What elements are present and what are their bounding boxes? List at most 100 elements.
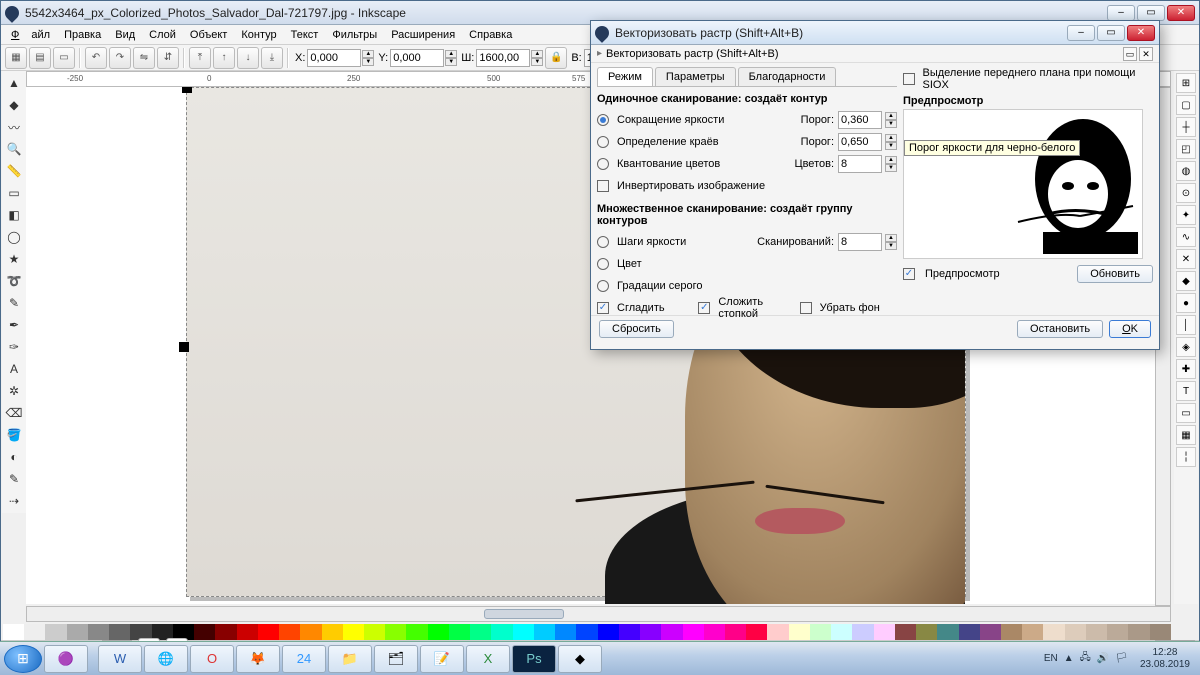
- swatch[interactable]: [67, 624, 88, 640]
- snap-toggle-icon[interactable]: ⊞: [1176, 73, 1196, 93]
- swatch[interactable]: [661, 624, 682, 640]
- swatch[interactable]: [428, 624, 449, 640]
- tweak-tool-icon[interactable]: 〰: [4, 117, 24, 137]
- snap-intersect-icon[interactable]: ✕: [1176, 249, 1196, 269]
- swatch[interactable]: [406, 624, 427, 640]
- radio-brightness[interactable]: [597, 114, 609, 126]
- label-rmbg[interactable]: Убрать фон: [820, 302, 897, 314]
- dialog-minimize-button[interactable]: –: [1067, 25, 1095, 41]
- minimize-button[interactable]: –: [1107, 5, 1135, 21]
- x-input[interactable]: [307, 49, 361, 67]
- swatch[interactable]: [1150, 624, 1171, 640]
- colors-spinner[interactable]: ▲▼: [885, 156, 897, 172]
- y-input[interactable]: [390, 49, 444, 67]
- swatch[interactable]: [215, 624, 236, 640]
- menu-help[interactable]: Справка: [463, 27, 518, 43]
- lower-icon[interactable]: ↓: [237, 47, 259, 69]
- trace-bitmap-dialog[interactable]: Векторизовать растр (Shift+Alt+B) – ▭ ✕ …: [590, 20, 1160, 350]
- swatch[interactable]: [237, 624, 258, 640]
- snap-object-mid-icon[interactable]: ◈: [1176, 337, 1196, 357]
- snap-cusp-icon[interactable]: ◆: [1176, 271, 1196, 291]
- menu-object[interactable]: Объект: [184, 27, 233, 43]
- swatch[interactable]: [109, 624, 130, 640]
- check-invert[interactable]: [597, 180, 609, 192]
- swatch[interactable]: [513, 624, 534, 640]
- close-button[interactable]: ✕: [1167, 5, 1195, 21]
- flip-v-icon[interactable]: ⇵: [157, 47, 179, 69]
- swatch[interactable]: [385, 624, 406, 640]
- snap-path-icon[interactable]: ∿: [1176, 227, 1196, 247]
- node-tool-icon[interactable]: ◆: [4, 95, 24, 115]
- snap-text-icon[interactable]: T: [1176, 381, 1196, 401]
- taskbar-inkscape-icon[interactable]: ◆: [558, 645, 602, 673]
- swatch[interactable]: [789, 624, 810, 640]
- swatch[interactable]: [1128, 624, 1149, 640]
- label-preview[interactable]: Предпросмотр: [925, 268, 1000, 280]
- spray-tool-icon[interactable]: ✲: [4, 381, 24, 401]
- swatch[interactable]: [279, 624, 300, 640]
- ellipse-tool-icon[interactable]: ◯: [4, 227, 24, 247]
- swatch[interactable]: [364, 624, 385, 640]
- swatch[interactable]: [1107, 624, 1128, 640]
- connector-tool-icon[interactable]: ⇢: [4, 491, 24, 511]
- handle-ml[interactable]: [179, 342, 189, 352]
- check-preview[interactable]: [903, 268, 915, 280]
- tray-lang[interactable]: EN: [1044, 653, 1058, 664]
- check-siox[interactable]: [903, 73, 915, 85]
- swatch[interactable]: [980, 624, 1001, 640]
- sel-layer-icon[interactable]: ▤: [29, 47, 51, 69]
- ok-button[interactable]: OK: [1109, 320, 1151, 338]
- gradient-tool-icon[interactable]: ◐: [4, 447, 24, 467]
- menu-file[interactable]: Файл: [5, 27, 56, 43]
- threshold2-input[interactable]: [838, 133, 882, 151]
- colors-input[interactable]: [838, 155, 882, 173]
- label-gray[interactable]: Градации серого: [617, 280, 897, 292]
- desel-icon[interactable]: ▭: [53, 47, 75, 69]
- swatch[interactable]: [343, 624, 364, 640]
- label-quant[interactable]: Квантование цветов: [617, 158, 740, 170]
- check-smooth[interactable]: [597, 302, 609, 314]
- menu-view[interactable]: Вид: [109, 27, 141, 43]
- swatch[interactable]: [725, 624, 746, 640]
- tray-clock[interactable]: 12:28 23.08.2019: [1134, 647, 1196, 671]
- check-rmbg[interactable]: [800, 302, 812, 314]
- scans-spinner[interactable]: ▲▼: [885, 234, 897, 250]
- snap-node-icon[interactable]: ✦: [1176, 205, 1196, 225]
- swatch[interactable]: [470, 624, 491, 640]
- tab-mode[interactable]: Режим: [597, 67, 653, 86]
- swatch[interactable]: [810, 624, 831, 640]
- eraser-tool-icon[interactable]: ⌫: [4, 403, 24, 423]
- raise-top-icon[interactable]: ⤒: [189, 47, 211, 69]
- swatch[interactable]: [704, 624, 725, 640]
- rect-tool-icon[interactable]: ▭: [4, 183, 24, 203]
- swatch[interactable]: [916, 624, 937, 640]
- maximize-button[interactable]: ▭: [1137, 5, 1165, 21]
- measure-tool-icon[interactable]: 📏: [4, 161, 24, 181]
- swatch[interactable]: [300, 624, 321, 640]
- swatch[interactable]: [746, 624, 767, 640]
- snap-rot-center-icon[interactable]: ✚: [1176, 359, 1196, 379]
- snap-grid-icon[interactable]: ▦: [1176, 425, 1196, 445]
- radio-color[interactable]: [597, 258, 609, 270]
- swatch[interactable]: [874, 624, 895, 640]
- bezier-tool-icon[interactable]: ✒: [4, 315, 24, 335]
- label-brightness[interactable]: Сокращение яркости: [617, 114, 740, 126]
- 3dbox-tool-icon[interactable]: ◧: [4, 205, 24, 225]
- dropper-tool-icon[interactable]: ✎: [4, 469, 24, 489]
- swatch[interactable]: [449, 624, 470, 640]
- zoom-tool-icon[interactable]: 🔍: [4, 139, 24, 159]
- swatch[interactable]: [767, 624, 788, 640]
- label-invert[interactable]: Инвертировать изображение: [617, 180, 897, 192]
- rotate-cw-icon[interactable]: ↷: [109, 47, 131, 69]
- selector-tool-icon[interactable]: ▲: [4, 73, 24, 93]
- snap-page-icon[interactable]: ▭: [1176, 403, 1196, 423]
- system-tray[interactable]: EN ▲ 🖧 🔊 🏳 12:28 23.08.2019: [1044, 647, 1196, 671]
- swatch[interactable]: [1022, 624, 1043, 640]
- label-bsteps[interactable]: Шаги яркости: [617, 236, 740, 248]
- snap-smooth-icon[interactable]: ●: [1176, 293, 1196, 313]
- threshold1-input[interactable]: [838, 111, 882, 129]
- taskbar-photoshop-icon[interactable]: Ps: [512, 645, 556, 673]
- radio-quant[interactable]: [597, 158, 609, 170]
- w-input[interactable]: [476, 49, 530, 67]
- swatch[interactable]: [640, 624, 661, 640]
